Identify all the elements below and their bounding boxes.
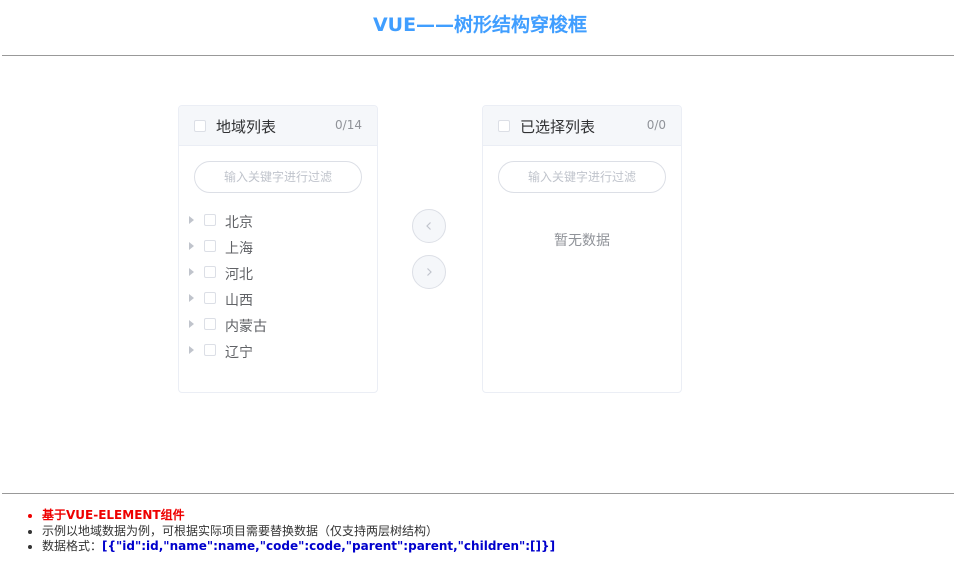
source-panel-count: 0/14 [335,118,362,132]
empty-state-text: 暂无数据 [554,233,610,249]
move-to-left-button[interactable] [412,209,446,243]
chevron-left-icon [426,222,431,230]
tree-node-label: 山西 [225,293,253,309]
data-format-code: [{"id":id,"name":name,"code":code,"paren… [102,539,556,553]
tree-node[interactable]: 上海 [179,235,377,261]
chevron-right-icon [427,268,432,276]
source-tree: 北京 上海 河北 山西 内蒙古 辽宁 [179,209,377,365]
tree-node[interactable]: 北京 [179,209,377,235]
tree-node-label: 北京 [225,215,253,231]
tree-node-label: 内蒙古 [225,319,267,335]
tree-node[interactable]: 内蒙古 [179,313,377,339]
top-divider [2,55,954,56]
notes-list: 基于VUE-ELEMENT组件 示例以地域数据为例，可根据实际项目需要替换数据（… [26,508,555,555]
tree-node-label: 河北 [225,267,253,283]
source-panel-title: 地域列表 [216,118,277,136]
source-panel-header: 地域列表 0/14 [179,106,377,146]
note-item: 数据格式：[{"id":id,"name":name,"code":code,"… [42,539,555,555]
tree-node[interactable]: 山西 [179,287,377,313]
source-select-all-checkbox[interactable] [194,120,206,132]
tree-node-checkbox[interactable] [204,266,216,278]
target-panel-count: 0/0 [646,118,666,132]
source-panel: 地域列表 0/14 北京 上海 河北 山西 内蒙古 [178,105,378,393]
data-format-label: 数据格式： [42,539,103,553]
tree-node-label: 辽宁 [225,345,253,361]
caret-right-icon[interactable] [189,320,194,328]
source-filter-input[interactable] [194,161,362,193]
caret-right-icon[interactable] [189,216,194,224]
note-item: 示例以地域数据为例，可根据实际项目需要替换数据（仅支持两层树结构） [42,524,555,540]
tree-node[interactable]: 辽宁 [179,339,377,365]
caret-right-icon[interactable] [189,346,194,354]
tree-node-checkbox[interactable] [204,344,216,356]
target-panel-title: 已选择列表 [520,118,596,136]
target-panel: 已选择列表 0/0 暂无数据 [482,105,682,393]
move-to-right-button[interactable] [412,255,446,289]
bottom-divider [2,493,954,494]
tree-node-checkbox[interactable] [204,214,216,226]
tree-node-checkbox[interactable] [204,292,216,304]
tree-node-checkbox[interactable] [204,318,216,330]
caret-right-icon[interactable] [189,242,194,250]
caret-right-icon[interactable] [189,294,194,302]
tree-node-checkbox[interactable] [204,240,216,252]
target-select-all-checkbox[interactable] [498,120,510,132]
target-panel-header: 已选择列表 0/0 [483,106,681,146]
target-filter-input[interactable] [498,161,666,193]
tree-node[interactable]: 河北 [179,261,377,287]
page-title: VUE——树形结构穿梭框 [372,14,588,36]
note-item: 基于VUE-ELEMENT组件 [42,508,555,524]
tree-node-label: 上海 [225,241,253,257]
caret-right-icon[interactable] [189,268,194,276]
